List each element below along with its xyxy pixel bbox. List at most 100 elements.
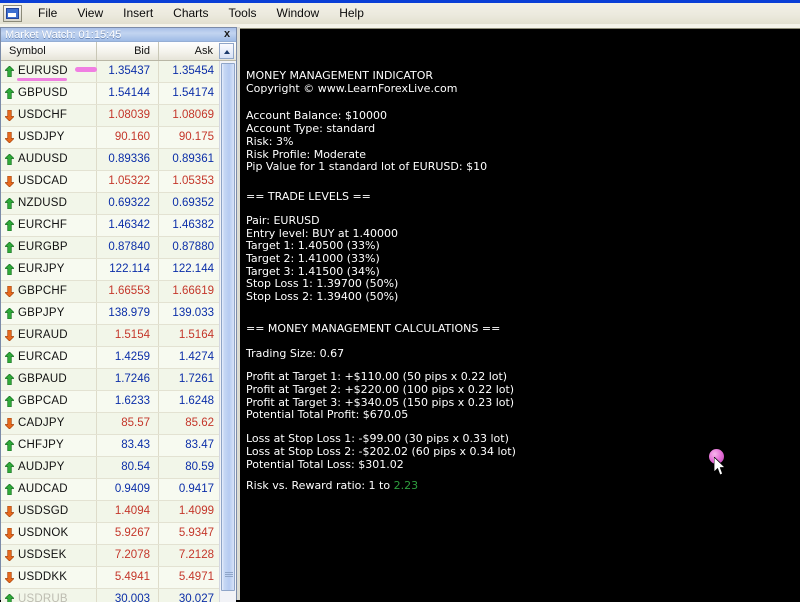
ask-cell: 0.87880 xyxy=(172,241,214,253)
market-watch-body: EURUSD 1.35437 1.35454 GBPUSD 1.54144 1.54174… xyxy=(1,61,236,602)
indicator-text-line: Risk: 3% xyxy=(246,135,293,148)
annotation-dash xyxy=(75,67,97,72)
indicator-text-line: Potential Total Loss: $301.02 xyxy=(246,458,404,471)
symbol-label: CADJPY xyxy=(18,417,65,429)
bid-cell: 1.4094 xyxy=(97,501,159,522)
table-row[interactable]: USDCHF 1.08039 1.08069 xyxy=(1,105,220,127)
symbol-label: USDDKK xyxy=(18,571,68,583)
menu-bar: File View Insert Charts Tools Window Help xyxy=(0,3,800,25)
table-row[interactable]: CHFJPY 83.43 83.47 xyxy=(1,435,220,457)
indicator-text: Profit at Target 2: +$220.00 (100 pips x… xyxy=(246,383,515,396)
bid-cell: 1.46342 xyxy=(97,215,159,236)
indicator-text-line: Pip Value for 1 standard lot of EURUSD: … xyxy=(246,160,487,173)
symbol-label: USDSEK xyxy=(18,549,67,561)
table-row[interactable]: EURCHF 1.46342 1.46382 xyxy=(1,215,220,237)
arrow-up-icon xyxy=(5,242,14,253)
bid-cell: 1.6233 xyxy=(97,391,159,412)
table-row[interactable]: GBPJPY 138.979 139.033 xyxy=(1,303,220,325)
bid-cell: 30.003 xyxy=(97,589,159,602)
table-row[interactable]: USDCAD 1.05322 1.05353 xyxy=(1,171,220,193)
table-row[interactable]: USDNOK 5.9267 5.9347 xyxy=(1,523,220,545)
bid-cell: 0.87840 xyxy=(97,237,159,258)
indicator-text: Risk vs. Reward ratio: 1 to xyxy=(246,479,394,492)
table-row[interactable]: USDRUB 30.003 30.027 xyxy=(1,589,220,602)
table-row[interactable]: EURJPY 122.114 122.144 xyxy=(1,259,220,281)
bid-cell: 83.43 xyxy=(97,435,159,456)
ask-cell: 1.5164 xyxy=(178,329,214,341)
close-icon[interactable]: x xyxy=(221,28,233,41)
table-row[interactable]: USDDKK 5.4941 5.4971 xyxy=(1,567,220,589)
symbol-cell: AUDCAD xyxy=(1,479,97,500)
menu-item-help[interactable]: Help xyxy=(329,4,374,23)
table-row[interactable]: GBPCAD 1.6233 1.6248 xyxy=(1,391,220,413)
table-row[interactable]: EURCAD 1.4259 1.4274 xyxy=(1,347,220,369)
indicator-text-line: Loss at Stop Loss 1: -$99.00 (30 pips x … xyxy=(246,432,509,445)
bid-cell: 0.89336 xyxy=(97,149,159,170)
symbol-cell: USDCHF xyxy=(1,105,97,126)
symbol-label: AUDJPY xyxy=(18,461,65,473)
table-row[interactable]: EURAUD 1.5154 1.5164 xyxy=(1,325,220,347)
ask-cell: 1.4099 xyxy=(178,505,214,517)
indicator-text: Pair: EURUSD xyxy=(246,214,320,227)
indicator-text-line: == TRADE LEVELS == xyxy=(246,190,371,203)
table-row[interactable]: GBPAUD 1.7246 1.7261 xyxy=(1,369,220,391)
symbol-cell: GBPCHF xyxy=(1,281,97,302)
symbol-label: CHFJPY xyxy=(18,439,64,451)
menu-item-insert[interactable]: Insert xyxy=(113,4,163,23)
symbol-cell: EURGBP xyxy=(1,237,97,258)
table-row[interactable]: AUDUSD 0.89336 0.89361 xyxy=(1,149,220,171)
symbol-cell: NZDUSD xyxy=(1,193,97,214)
table-row[interactable]: USDJPY 90.160 90.175 xyxy=(1,127,220,149)
menu-item-window[interactable]: Window xyxy=(267,4,330,23)
menu-item-file[interactable]: File xyxy=(28,4,67,23)
indicator-text: Loss at Stop Loss 2: -$202.02 (60 pips x… xyxy=(246,445,516,458)
menu-item-tools[interactable]: Tools xyxy=(219,4,267,23)
market-watch-titlebar[interactable]: Market Watch: 01:15:45 x xyxy=(1,28,236,42)
menu-item-view[interactable]: View xyxy=(67,4,113,23)
bid-cell: 5.9267 xyxy=(97,523,159,544)
scrollbar-grip-icon xyxy=(225,572,233,578)
symbol-label: USDCAD xyxy=(18,175,68,187)
menu-item-charts[interactable]: Charts xyxy=(163,4,218,23)
market-watch-scrollbar[interactable] xyxy=(219,61,236,602)
arrow-up-icon xyxy=(5,198,14,209)
chevron-up-icon[interactable] xyxy=(219,43,234,59)
ask-cell: 5.9347 xyxy=(178,527,214,539)
indicator-text: Copyright © www.LearnForexLive.com xyxy=(246,82,458,95)
indicator-text: MONEY MANAGEMENT INDICATOR xyxy=(246,69,434,82)
table-row[interactable]: USDSGD 1.4094 1.4099 xyxy=(1,501,220,523)
symbol-label: EURAUD xyxy=(18,329,68,341)
table-row[interactable]: CADJPY 85.57 85.62 xyxy=(1,413,220,435)
table-row[interactable]: AUDCAD 0.9409 0.9417 xyxy=(1,479,220,501)
table-row[interactable]: GBPCHF 1.66553 1.66619 xyxy=(1,281,220,303)
table-row[interactable]: USDSEK 7.2078 7.2128 xyxy=(1,545,220,567)
scrollbar-thumb[interactable] xyxy=(221,63,235,591)
bid-cell: 122.114 xyxy=(97,259,159,280)
column-header-symbol[interactable]: Symbol xyxy=(1,42,97,60)
table-row[interactable]: NZDUSD 0.69322 0.69352 xyxy=(1,193,220,215)
table-row[interactable]: GBPUSD 1.54144 1.54174 xyxy=(1,83,220,105)
column-header-ask[interactable]: Ask xyxy=(159,42,219,60)
table-row[interactable]: EURUSD 1.35437 1.35454 xyxy=(1,61,220,83)
chart-indicator-panel[interactable]: MONEY MANAGEMENT INDICATOR Copyright © ww… xyxy=(240,29,800,600)
symbol-cell: GBPJPY xyxy=(1,303,97,324)
ask-cell: 83.47 xyxy=(185,439,214,451)
column-header-bid[interactable]: Bid xyxy=(97,42,159,60)
indicator-text: == MONEY MANAGEMENT CALCULATIONS == xyxy=(246,322,501,335)
indicator-text: Target 2: 1.41000 (33%) xyxy=(246,252,380,265)
bid-cell: 1.05322 xyxy=(97,171,159,192)
symbol-cell: USDCAD xyxy=(1,171,97,192)
symbol-label: NZDUSD xyxy=(18,197,68,209)
table-row[interactable]: EURGBP 0.87840 0.87880 xyxy=(1,237,220,259)
symbol-cell: GBPUSD xyxy=(1,83,97,104)
arrow-up-icon xyxy=(5,352,14,363)
indicator-text-line: MONEY MANAGEMENT INDICATOR xyxy=(246,69,433,82)
ask-cell: 1.46382 xyxy=(172,219,214,231)
indicator-text-line: Stop Loss 1: 1.39700 (50%) xyxy=(246,277,398,290)
arrow-up-icon xyxy=(5,154,14,165)
symbol-label: EURCHF xyxy=(18,219,68,231)
scroll-up-button-slot xyxy=(219,42,235,60)
bid-cell: 5.4941 xyxy=(97,567,159,588)
table-row[interactable]: AUDJPY 80.54 80.59 xyxy=(1,457,220,479)
symbol-cell: USDSEK xyxy=(1,545,97,566)
